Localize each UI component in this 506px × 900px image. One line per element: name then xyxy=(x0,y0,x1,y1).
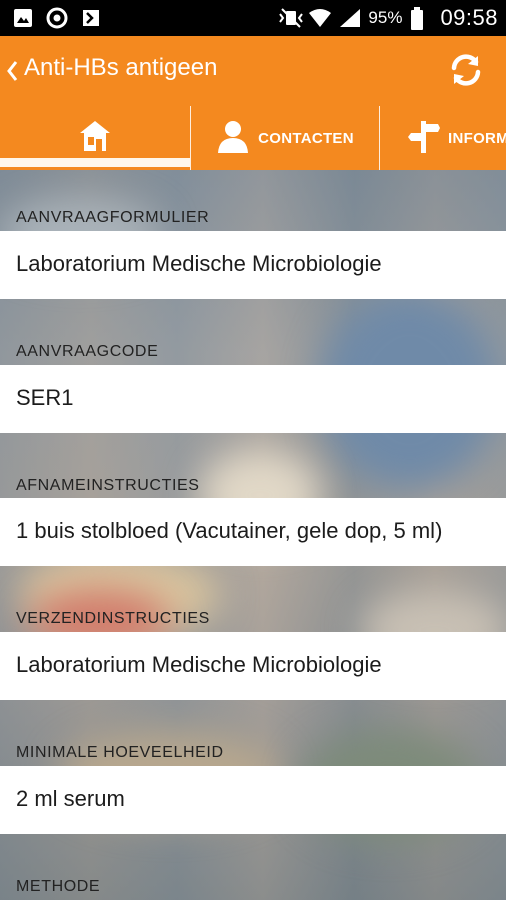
download-flag-icon xyxy=(80,7,102,29)
section-value: Laboratorium Medische Microbiologie xyxy=(16,251,382,276)
page-title[interactable]: Anti-HBs antigeen xyxy=(24,54,217,82)
gallery-icon xyxy=(12,7,34,29)
refresh-icon[interactable] xyxy=(444,48,488,92)
signal-icon xyxy=(338,7,361,29)
section-value: 2 ml serum xyxy=(16,786,125,811)
tab-contacten[interactable]: CONTACTEN xyxy=(191,106,379,170)
tab-informatie[interactable]: INFORM xyxy=(380,106,506,170)
list-item[interactable]: 1 buis stolbloed (Vacutainer, gele dop, … xyxy=(0,498,506,566)
sync-circle-icon xyxy=(46,7,68,29)
battery-percent: 95% xyxy=(368,8,403,27)
mute-vibrate-icon xyxy=(278,7,304,29)
person-icon xyxy=(216,119,250,158)
section-value: Laboratorium Medische Microbiologie xyxy=(16,652,382,677)
list-item[interactable]: SER1 xyxy=(0,365,506,433)
signpost-icon xyxy=(408,119,440,158)
tab-selected-indicator xyxy=(0,158,190,167)
home-icon xyxy=(78,119,112,158)
tab-label: INFORM xyxy=(448,129,506,147)
battery-icon xyxy=(410,7,432,30)
clock: 09:58 xyxy=(440,5,498,30)
section-value: SER1 xyxy=(16,385,74,410)
list-item[interactable]: Laboratorium Medische Microbiologie xyxy=(0,231,506,299)
list-item[interactable]: 2 ml serum xyxy=(0,766,506,834)
chevron-left-icon[interactable] xyxy=(4,56,20,86)
section-value: 1 buis stolbloed (Vacutainer, gele dop, … xyxy=(16,518,443,543)
section-label: AANVRAAGFORMULIER xyxy=(16,209,210,226)
section-label: AANVRAAGCODE xyxy=(16,343,159,360)
wifi-icon xyxy=(308,7,332,29)
status-bar: 95% 09:58 xyxy=(0,0,506,36)
section-label: AFNAMEINSTRUCTIES xyxy=(16,477,200,494)
section-label: MINIMALE HOEVEELHEID xyxy=(16,744,224,761)
app-bar: Anti-HBs antigeen xyxy=(0,36,506,106)
list-item[interactable]: Laboratorium Medische Microbiologie xyxy=(0,632,506,700)
section-label: METHODE xyxy=(16,878,101,895)
tab-label: CONTACTEN xyxy=(258,129,354,147)
section-label: VERZENDINSTRUCTIES xyxy=(16,610,210,627)
